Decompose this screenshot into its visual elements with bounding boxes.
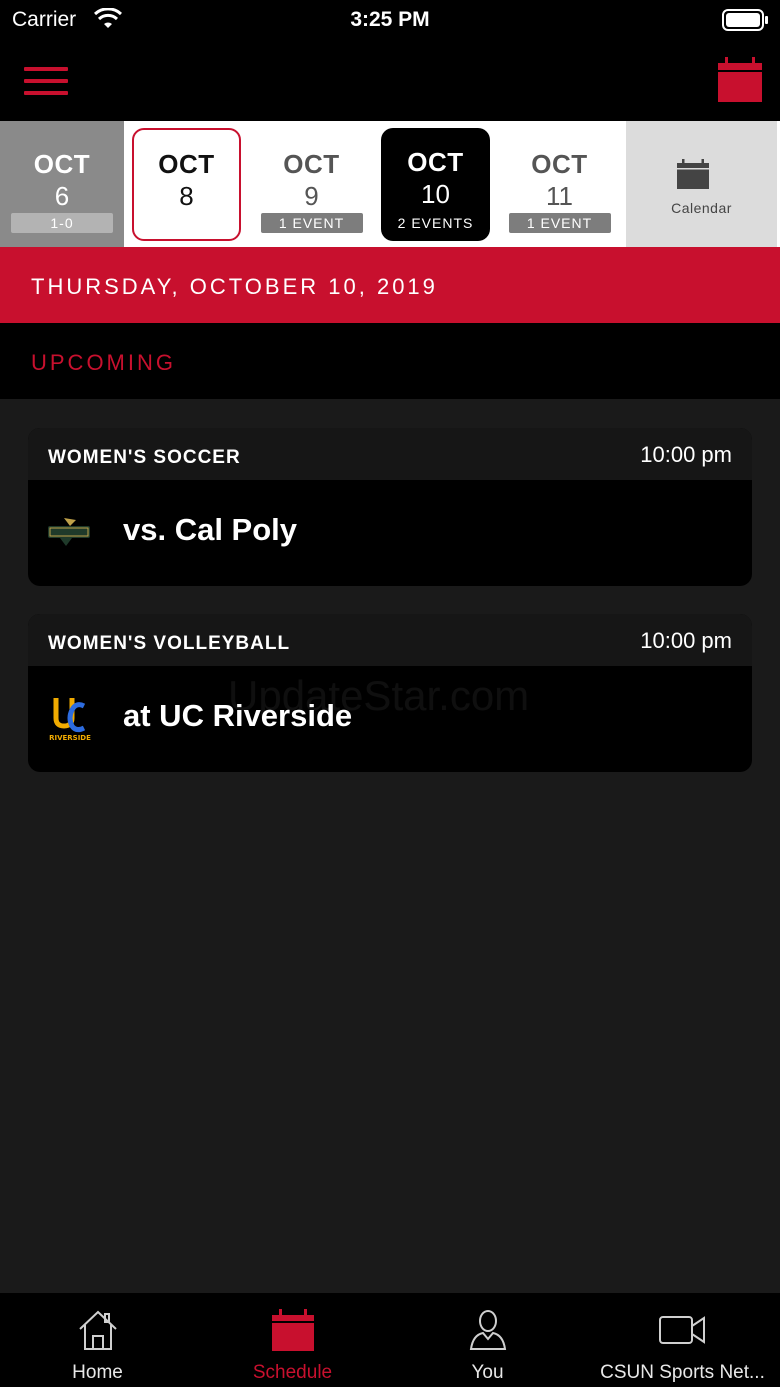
- upcoming-section: UPCOMING: [0, 323, 780, 399]
- calendar-icon: [271, 1309, 314, 1351]
- tab-home[interactable]: Home: [0, 1293, 195, 1387]
- watermark: UpdateStar.com: [228, 672, 530, 719]
- date-strip: OCT 6 1-0 OCT 8 OCT 9 1 EVENT OCT 10 2 E…: [0, 121, 780, 247]
- battery-icon: [722, 9, 768, 31]
- event-card-header: WOMEN'S SOCCER 10:00 pm: [28, 428, 752, 480]
- date-oct-10[interactable]: OCT 10 2 EVENTS: [381, 128, 490, 241]
- date-day: 6: [54, 181, 70, 211]
- event-card-header: WOMEN'S VOLLEYBALL 10:00 pm: [28, 614, 752, 666]
- cal-poly-logo-icon: [48, 518, 90, 546]
- calendar-icon: [677, 159, 709, 189]
- person-icon: [469, 1310, 506, 1350]
- calendar-icon[interactable]: [717, 57, 763, 103]
- selected-date-text: THURSDAY, OCTOBER 10, 2019: [31, 274, 438, 299]
- date-month: OCT: [33, 149, 91, 179]
- date-badge: 1 EVENT: [260, 213, 363, 233]
- uc-riverside-logo-text: RIVERSIDE: [49, 734, 91, 742]
- date-oct-6[interactable]: OCT 6 1-0: [0, 121, 124, 247]
- date-day: 11: [546, 181, 573, 211]
- date-badge: 1 EVENT: [508, 213, 611, 233]
- nav-bar: [0, 40, 780, 121]
- date-oct-8[interactable]: OCT 8: [132, 128, 241, 241]
- event-time: 10:00 pm: [640, 628, 732, 653]
- date-month: OCT: [531, 149, 588, 179]
- video-camera-icon: [658, 1316, 705, 1344]
- tab-label: You: [471, 1362, 504, 1383]
- tab-label: Home: [72, 1362, 123, 1383]
- date-month: OCT: [283, 149, 340, 179]
- event-opponent: vs. Cal Poly: [123, 512, 298, 547]
- date-day: 9: [304, 181, 319, 211]
- event-sport: WOMEN'S VOLLEYBALL: [48, 633, 291, 654]
- date-badge: 1-0: [11, 213, 113, 233]
- tab-you[interactable]: You: [390, 1293, 585, 1387]
- date-oct-11[interactable]: OCT 11 1 EVENT: [505, 121, 614, 247]
- tab-csun-sports-network[interactable]: CSUN Sports Net...: [585, 1293, 780, 1387]
- selected-date-header: THURSDAY, OCTOBER 10, 2019: [0, 247, 780, 323]
- date-day: 10: [421, 179, 450, 209]
- date-day: 8: [179, 181, 194, 211]
- event-time: 10:00 pm: [640, 442, 732, 467]
- calendar-button[interactable]: Calendar: [626, 121, 777, 247]
- event-card-womens-soccer[interactable]: WOMEN'S SOCCER 10:00 pm vs. Cal Poly: [28, 428, 752, 586]
- home-icon: [78, 1310, 117, 1350]
- tab-label: Schedule: [252, 1362, 333, 1383]
- tab-schedule[interactable]: Schedule: [195, 1293, 390, 1387]
- status-time: 3:25 PM: [350, 8, 430, 31]
- date-month: OCT: [158, 149, 215, 179]
- date-badge: 2 EVENTS: [397, 215, 474, 231]
- status-bar: Carrier 3:25 PM: [0, 0, 780, 40]
- uc-riverside-logo-icon: RIVERSIDE: [49, 698, 91, 742]
- upcoming-label: UPCOMING: [31, 350, 176, 375]
- tab-label: CSUN Sports Net...: [600, 1362, 765, 1383]
- date-oct-9[interactable]: OCT 9 1 EVENT: [257, 121, 366, 247]
- event-sport: WOMEN'S SOCCER: [48, 447, 241, 468]
- calendar-label: Calendar: [671, 200, 732, 216]
- tab-bar: Home Schedule You CSUN Sports Net...: [0, 1293, 780, 1387]
- date-month: OCT: [407, 147, 464, 177]
- hamburger-menu-icon[interactable]: [24, 67, 70, 95]
